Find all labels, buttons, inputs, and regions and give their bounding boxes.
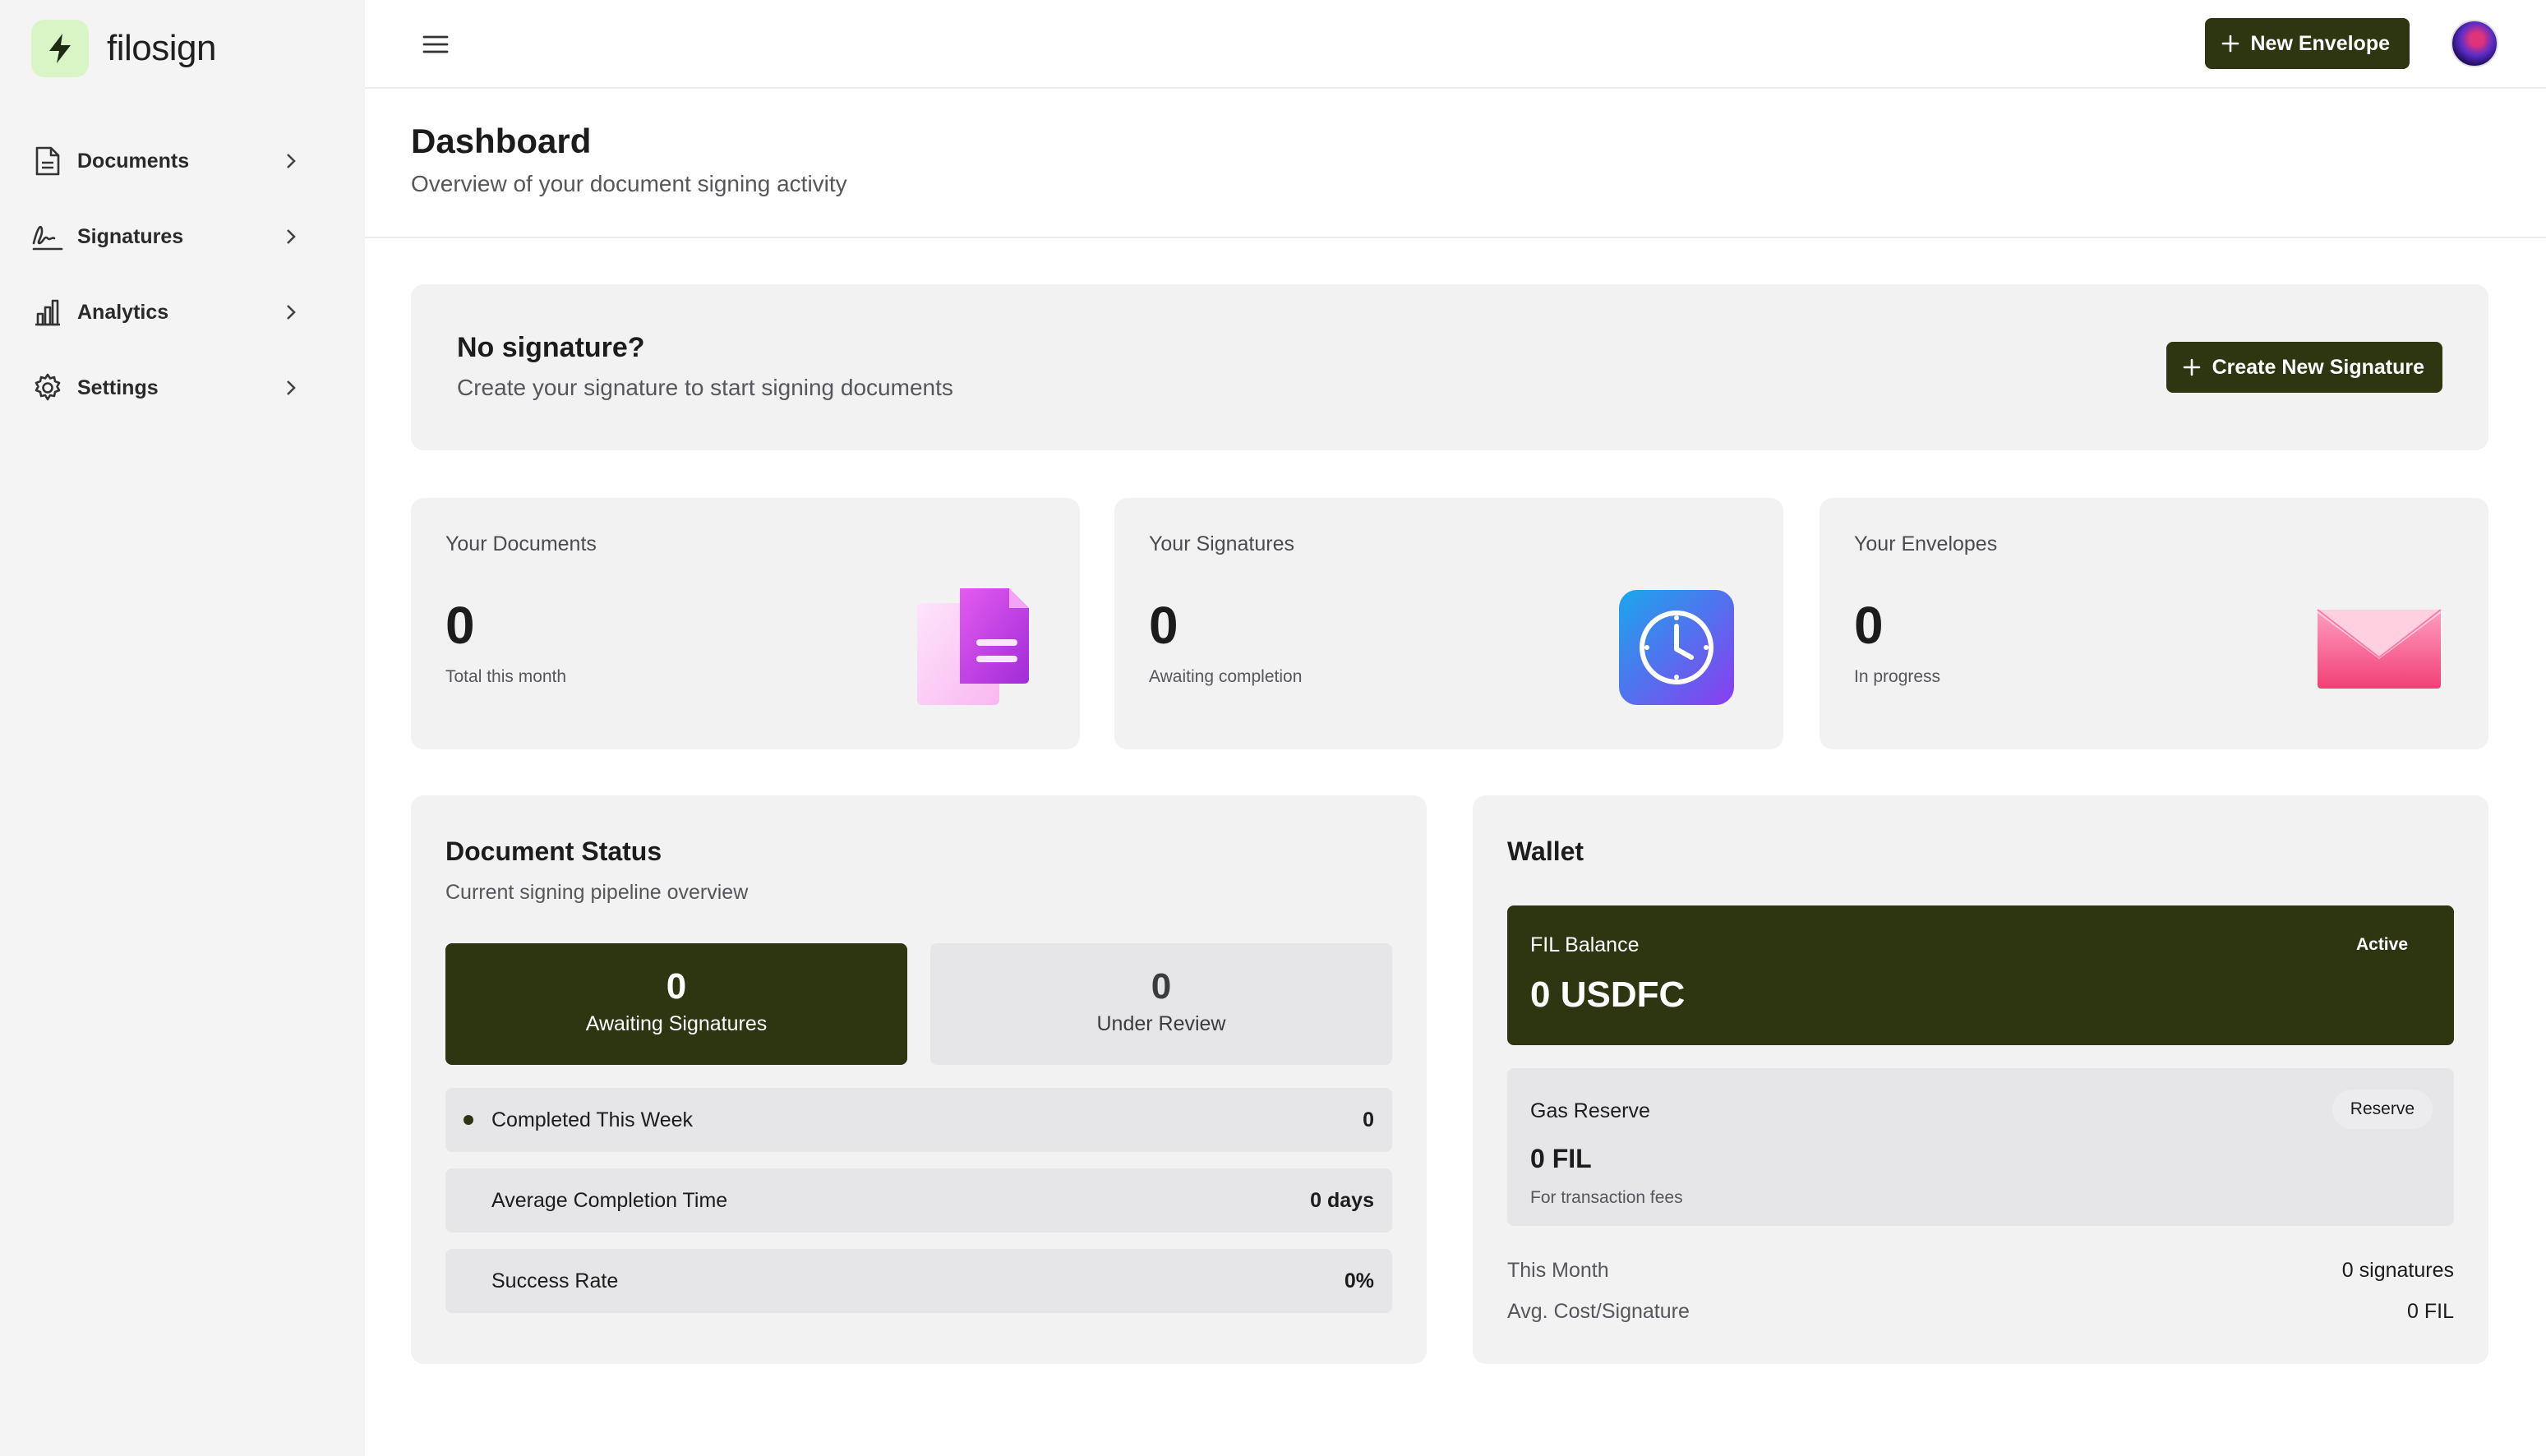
stat-card-envelopes: Your Envelopes 0 In progress <box>1820 498 2488 749</box>
metric-value: 0 days <box>1310 1188 1374 1212</box>
clock-illustration-icon <box>1609 580 1741 712</box>
chevron-right-icon <box>279 225 302 248</box>
sidebar-item-label: Signatures <box>77 224 184 248</box>
gas-reserve-value: 0 FIL <box>1530 1144 1592 1173</box>
stat-value: 0 <box>445 596 475 655</box>
wallet-panel: Wallet FIL Balance 0 USDFC Active Gas Re… <box>1473 795 2488 1364</box>
metric-label: Success Rate <box>491 1269 619 1292</box>
tile-value: 0 <box>1151 966 1172 1007</box>
new-envelope-button[interactable]: New Envelope <box>2204 18 2410 69</box>
stat-subtitle: Total this month <box>445 667 567 686</box>
documents-illustration-icon <box>906 580 1037 712</box>
sidebar-nav: Documents Signatures Analytics Settings <box>31 123 302 426</box>
gear-icon <box>31 371 64 404</box>
fil-balance-card: FIL Balance 0 USDFC Active <box>1507 905 2454 1045</box>
tile-value: 0 <box>666 966 687 1007</box>
fil-balance-label: FIL Balance <box>1530 933 1640 956</box>
metric-label: Completed This Week <box>491 1108 694 1131</box>
page-title: Dashboard <box>411 122 592 160</box>
tile-label: Awaiting Signatures <box>585 1012 768 1035</box>
reserve-badge: Reserve <box>2332 1090 2433 1129</box>
chevron-right-icon <box>279 150 302 173</box>
envelope-illustration-icon <box>2314 580 2446 712</box>
sidebar: filosign Documents Signatures Analytics … <box>0 0 365 1456</box>
stat-subtitle: Awaiting completion <box>1149 667 1303 686</box>
create-signature-label: Create New Signature <box>2212 355 2424 379</box>
sidebar-item-label: Settings <box>77 376 159 399</box>
app-name: filosign <box>107 28 216 68</box>
document-icon <box>31 145 64 177</box>
plus-icon <box>2221 35 2239 53</box>
document-status-panel: Document Status Current signing pipeline… <box>411 795 1427 1364</box>
stat-label: Your Envelopes <box>1854 532 1998 555</box>
app-logo[interactable]: filosign <box>31 20 216 77</box>
avatar[interactable] <box>2451 20 2498 67</box>
page-subtitle: Overview of your document signing activi… <box>411 171 847 196</box>
metric-value: 0% <box>1344 1269 1374 1292</box>
panel-subtitle: Current signing pipeline overview <box>445 881 749 904</box>
wallet-row-label: This Month <box>1507 1259 1609 1282</box>
stat-value: 0 <box>1854 596 1884 655</box>
chevron-right-icon <box>279 301 302 324</box>
metric-label: Average Completion Time <box>491 1188 728 1212</box>
tile-label: Under Review <box>1096 1012 1226 1035</box>
sidebar-item-analytics[interactable]: Analytics <box>31 274 302 350</box>
banner-title: No signature? <box>457 332 645 363</box>
fil-balance-value: 0 USDFC <box>1530 975 1686 1015</box>
menu-icon[interactable] <box>419 28 452 61</box>
under-review-tile[interactable]: 0 Under Review <box>930 943 1392 1065</box>
bullet-dot-icon <box>464 1115 473 1125</box>
stat-card-signatures: Your Signatures 0 Awaiting completion <box>1114 498 1783 749</box>
signature-banner: No signature? Create your signature to s… <box>411 284 2488 450</box>
sidebar-item-label: Documents <box>77 149 190 173</box>
metric-row: Completed This Week 0 <box>445 1088 1392 1152</box>
stat-label: Your Signatures <box>1149 532 1294 555</box>
plus-icon <box>2183 358 2201 376</box>
chevron-right-icon <box>279 376 302 399</box>
sidebar-item-settings[interactable]: Settings <box>31 350 302 426</box>
sidebar-item-label: Analytics <box>77 300 169 324</box>
awaiting-signatures-tile[interactable]: 0 Awaiting Signatures <box>445 943 907 1065</box>
stat-label: Your Documents <box>445 532 597 555</box>
wallet-row-value: 0 signatures <box>2341 1259 2454 1282</box>
new-envelope-label: New Envelope <box>2250 31 2391 55</box>
gas-reserve-card: Gas Reserve Reserve 0 FIL For transactio… <box>1507 1068 2454 1226</box>
create-signature-button[interactable]: Create New Signature <box>2165 342 2442 393</box>
panel-title: Wallet <box>1507 836 1584 866</box>
bar-chart-icon <box>31 296 64 329</box>
wallet-row-value: 0 FIL <box>2407 1300 2454 1323</box>
topbar: New Envelope <box>365 0 2546 89</box>
divider <box>365 237 2546 238</box>
wallet-row-label: Avg. Cost/Signature <box>1507 1300 1690 1323</box>
stat-value: 0 <box>1149 596 1178 655</box>
signature-icon <box>31 220 64 253</box>
banner-subtitle: Create your signature to start signing d… <box>457 375 953 400</box>
gas-reserve-subtitle: For transaction fees <box>1530 1188 1683 1207</box>
metric-row: Average Completion Time 0 days <box>445 1168 1392 1233</box>
gas-reserve-label: Gas Reserve <box>1530 1099 1650 1122</box>
metric-row: Success Rate 0% <box>445 1249 1392 1313</box>
stat-card-documents: Your Documents 0 Total this month <box>411 498 1080 749</box>
lightning-icon <box>31 20 89 77</box>
metric-value: 0 <box>1363 1108 1374 1131</box>
stat-subtitle: In progress <box>1854 667 1941 686</box>
status-badge: Active <box>2355 935 2408 954</box>
panel-title: Document Status <box>445 836 662 866</box>
sidebar-item-documents[interactable]: Documents <box>31 123 302 199</box>
sidebar-item-signatures[interactable]: Signatures <box>31 199 302 274</box>
